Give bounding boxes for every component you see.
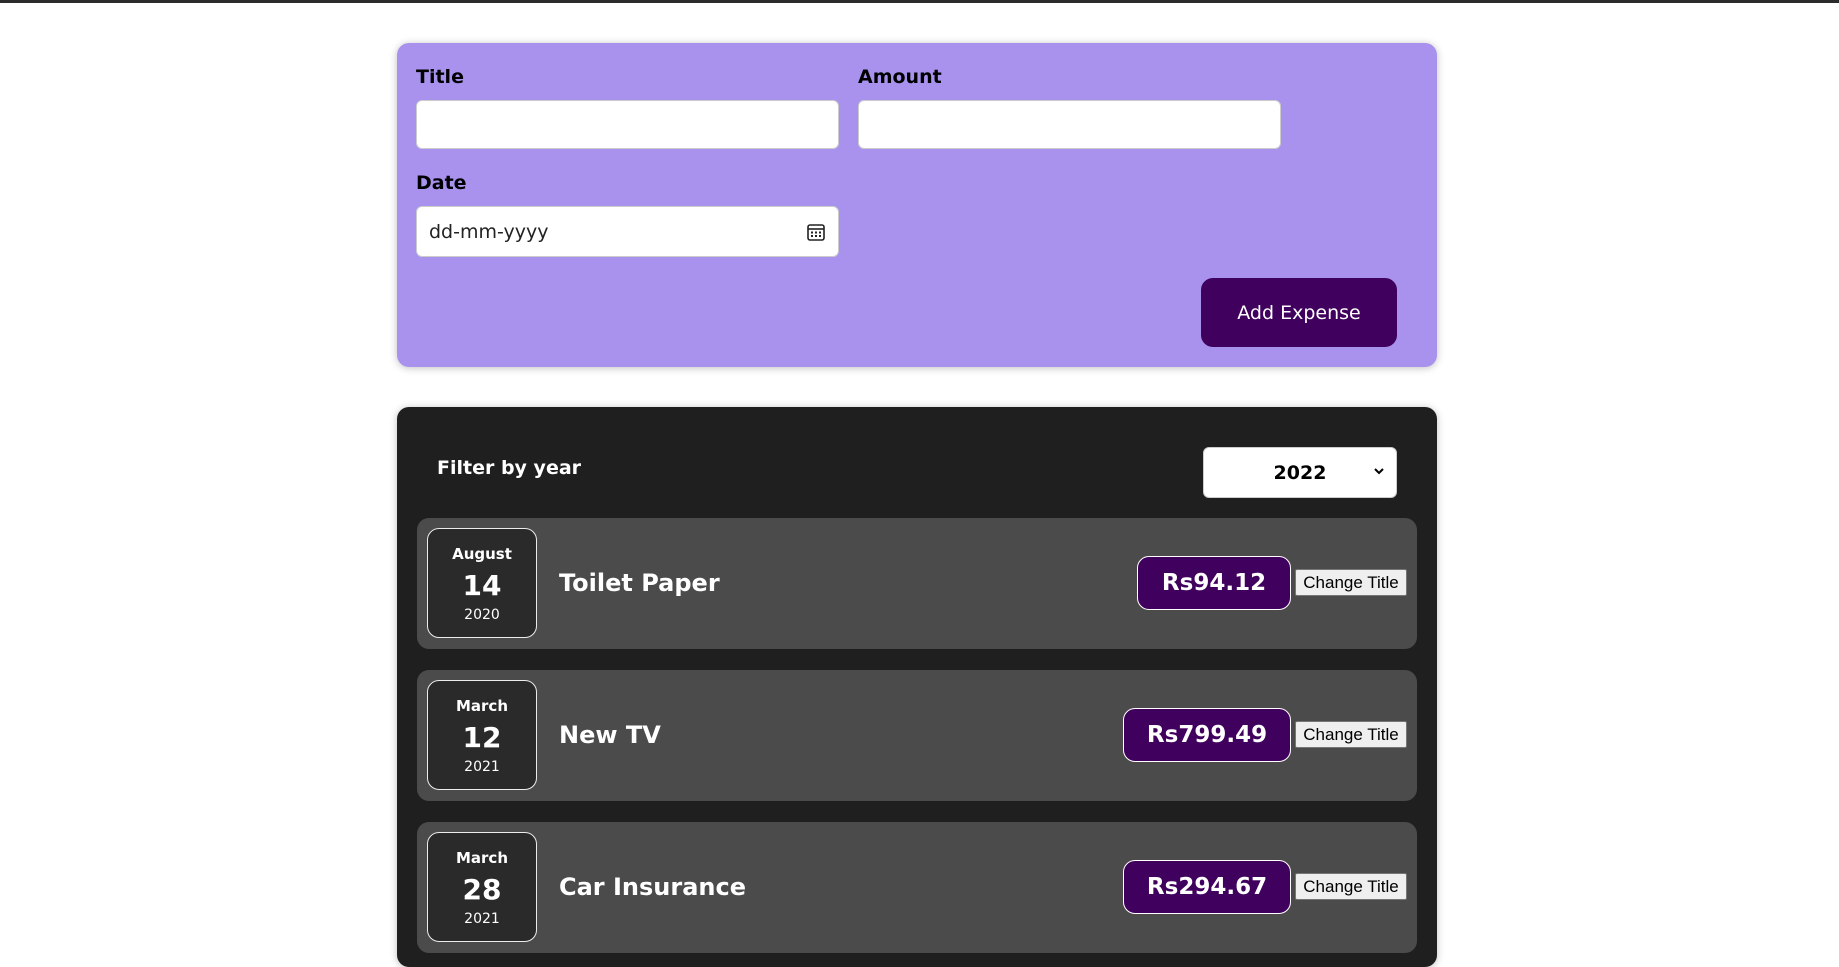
change-title-button[interactable]: Change Title bbox=[1295, 873, 1407, 900]
expense-date: August 14 2020 bbox=[427, 528, 537, 638]
expense-title: New TV bbox=[559, 721, 661, 749]
title-label: Title bbox=[416, 66, 464, 88]
change-title-button[interactable]: Change Title bbox=[1295, 569, 1407, 596]
expense-title: Car Insurance bbox=[559, 873, 747, 901]
expense-item: March 12 2021 New TV Rs799.49 Change Tit… bbox=[417, 670, 1417, 801]
expense-month: August bbox=[452, 545, 512, 563]
expenses-panel: Filter by year 2022 August 14 2020 Toile… bbox=[397, 407, 1437, 967]
expense-amount: Rs94.12 bbox=[1137, 556, 1291, 610]
chevron-down-icon bbox=[1374, 468, 1384, 475]
expense-day: 14 bbox=[462, 569, 502, 602]
add-expense-button[interactable]: Add Expense bbox=[1201, 278, 1397, 347]
expense-day: 12 bbox=[462, 721, 502, 754]
filter-label: Filter by year bbox=[437, 457, 582, 479]
expense-amount: Rs294.67 bbox=[1123, 860, 1291, 914]
expense-date: March 28 2021 bbox=[427, 832, 537, 942]
expense-month: March bbox=[455, 849, 509, 867]
calendar-icon[interactable] bbox=[806, 222, 826, 242]
expense-year: 2021 bbox=[464, 759, 500, 775]
title-input[interactable] bbox=[416, 100, 839, 149]
new-expense-form: Title Amount Date dd-mm-yyyy Add Expense bbox=[397, 43, 1437, 367]
expense-item: August 14 2020 Toilet Paper Rs94.12 Chan… bbox=[417, 518, 1417, 649]
browser-top-border bbox=[0, 0, 1839, 3]
year-select-value: 2022 bbox=[1273, 461, 1327, 484]
expense-amount: Rs799.49 bbox=[1123, 708, 1291, 762]
amount-input[interactable] bbox=[858, 100, 1281, 149]
date-label: Date bbox=[416, 172, 467, 194]
expense-month: March bbox=[455, 697, 509, 715]
date-placeholder: dd-mm-yyyy bbox=[429, 220, 549, 243]
date-input[interactable]: dd-mm-yyyy bbox=[416, 206, 839, 257]
change-title-button[interactable]: Change Title bbox=[1295, 721, 1407, 748]
expense-day: 28 bbox=[462, 873, 502, 906]
expense-title: Toilet Paper bbox=[559, 569, 720, 597]
amount-label: Amount bbox=[858, 66, 942, 88]
expense-date: March 12 2021 bbox=[427, 680, 537, 790]
expense-year: 2020 bbox=[464, 607, 500, 623]
year-select[interactable]: 2022 bbox=[1203, 447, 1397, 498]
expense-item: March 28 2021 Car Insurance Rs294.67 Cha… bbox=[417, 822, 1417, 953]
